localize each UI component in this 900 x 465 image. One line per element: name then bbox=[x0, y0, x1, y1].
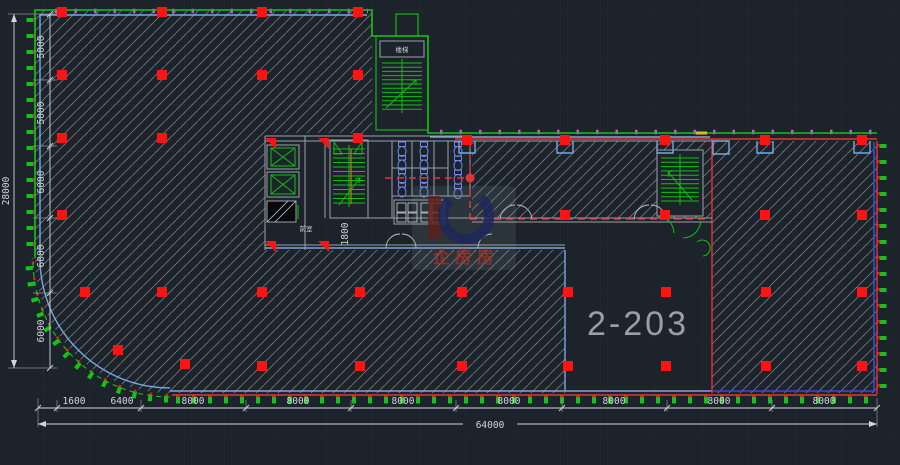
watermark-text: 企房房 bbox=[432, 247, 499, 268]
column-marker[interactable] bbox=[857, 361, 867, 371]
fire-line-node bbox=[466, 174, 475, 183]
column-marker[interactable] bbox=[457, 287, 467, 297]
dim-left-total: 28000 bbox=[1, 176, 12, 205]
dim-left-3: 6000 bbox=[36, 244, 47, 267]
column-marker[interactable] bbox=[57, 133, 67, 143]
column-marker[interactable] bbox=[560, 210, 570, 220]
column-marker[interactable] bbox=[760, 210, 770, 220]
dim-left-2: 6000 bbox=[36, 170, 47, 193]
column-marker[interactable] bbox=[355, 361, 365, 371]
cad-canvas[interactable]: 楼梯 企房房 2-203 前室 1800 5000 5000 6000 6000… bbox=[0, 0, 900, 465]
column-marker[interactable] bbox=[660, 135, 670, 145]
service-shaft[interactable] bbox=[267, 201, 296, 222]
dim-bottom-7: 8000 bbox=[708, 396, 731, 407]
column-marker[interactable] bbox=[180, 359, 190, 369]
column-marker[interactable] bbox=[113, 345, 123, 355]
dim-bottom-2: 8000 bbox=[182, 396, 205, 407]
corridor-dim-label: 1800 bbox=[340, 222, 351, 245]
room-label[interactable]: 2-203 bbox=[587, 305, 689, 343]
column-marker[interactable] bbox=[353, 70, 363, 80]
stair-label: 楼梯 bbox=[396, 45, 410, 54]
dim-bottom-5: 8000 bbox=[498, 396, 521, 407]
column-marker[interactable] bbox=[462, 135, 472, 145]
watermark: 企房房 bbox=[412, 184, 516, 270]
column-marker[interactable] bbox=[760, 135, 770, 145]
column-marker[interactable] bbox=[661, 287, 671, 297]
column-marker[interactable] bbox=[761, 287, 771, 297]
dim-left-1: 5000 bbox=[36, 101, 47, 124]
column-marker[interactable] bbox=[157, 7, 167, 17]
dim-left-0: 5000 bbox=[36, 35, 47, 58]
dim-bottom-total: 64000 bbox=[476, 420, 505, 431]
column-marker[interactable] bbox=[355, 287, 365, 297]
dim-bottom-6: 8000 bbox=[603, 396, 626, 407]
column-marker[interactable] bbox=[257, 361, 267, 371]
column-marker[interactable] bbox=[157, 287, 167, 297]
dim-left-4: 6000 bbox=[36, 319, 47, 342]
column-marker[interactable] bbox=[257, 70, 267, 80]
dim-bottom-1: 6400 bbox=[111, 396, 134, 407]
column-marker[interactable] bbox=[857, 135, 867, 145]
column-marker[interactable] bbox=[57, 7, 67, 17]
column-marker[interactable] bbox=[563, 287, 573, 297]
dim-bottom-4: 8000 bbox=[392, 396, 415, 407]
column-marker[interactable] bbox=[157, 70, 167, 80]
column-marker[interactable] bbox=[660, 210, 670, 220]
column-marker[interactable] bbox=[563, 361, 573, 371]
column-marker[interactable] bbox=[57, 210, 67, 220]
column-marker[interactable] bbox=[57, 70, 67, 80]
column-marker[interactable] bbox=[157, 133, 167, 143]
cad-viewport[interactable]: 楼梯 企房房 2-203 前室 1800 5000 5000 6000 6000… bbox=[0, 0, 900, 465]
column-marker[interactable] bbox=[80, 287, 90, 297]
column-marker[interactable] bbox=[353, 7, 363, 17]
column-marker[interactable] bbox=[560, 135, 570, 145]
column-marker[interactable] bbox=[857, 287, 867, 297]
lobby-label: 前室 bbox=[300, 224, 314, 233]
column-marker[interactable] bbox=[761, 361, 771, 371]
column-marker[interactable] bbox=[353, 133, 363, 143]
dim-bottom-0: 1600 bbox=[63, 396, 86, 407]
dim-bottom-8: 8000 bbox=[813, 396, 836, 407]
dim-bottom-3: 8000 bbox=[287, 396, 310, 407]
column-marker[interactable] bbox=[257, 287, 267, 297]
column-marker[interactable] bbox=[257, 7, 267, 17]
column-marker[interactable] bbox=[857, 210, 867, 220]
hatch-wing-right[interactable] bbox=[712, 141, 878, 393]
column-marker[interactable] bbox=[661, 361, 671, 371]
column-marker[interactable] bbox=[457, 361, 467, 371]
